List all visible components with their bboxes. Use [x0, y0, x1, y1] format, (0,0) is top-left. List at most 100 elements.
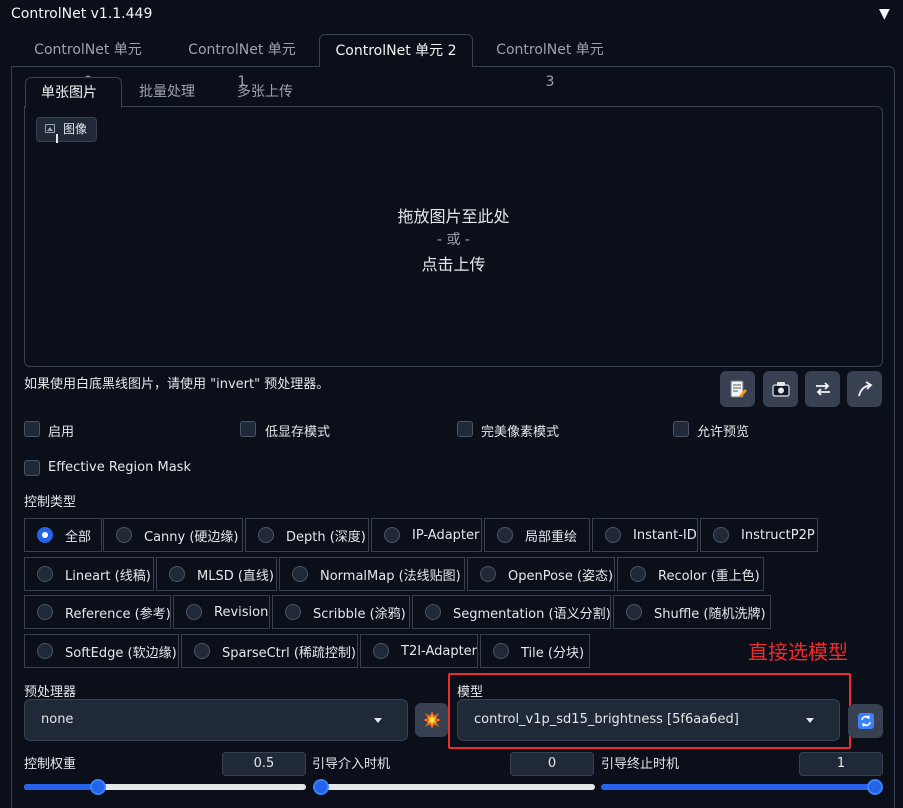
weight-slider-thumb[interactable]: [90, 779, 106, 795]
control-type-option-label: Reference (参考): [65, 606, 171, 622]
start-slider-thumb[interactable]: [313, 779, 329, 795]
radio-dot: [37, 643, 53, 659]
control-type-option-label: T2I-Adapter: [401, 643, 478, 659]
control-type-option[interactable]: SparseCtrl (稀疏控制): [181, 634, 358, 668]
low-vram-label: 低显存模式: [265, 425, 331, 440]
drop-prompt: 拖放图片至此处: [397, 207, 510, 226]
control-type-option-label: Lineart (线稿): [65, 568, 151, 584]
control-type-option-label: IP-Adapter: [412, 527, 480, 543]
chevron-down-icon: [374, 718, 382, 723]
control-type-option-label: Revision: [214, 604, 269, 620]
preprocessor-select[interactable]: none: [24, 699, 408, 741]
click-upload[interactable]: 点击上传: [24, 251, 883, 275]
radio-dot: [493, 643, 509, 659]
control-type-option[interactable]: 全部: [24, 518, 102, 552]
allow-preview-label: 允许预览: [697, 425, 750, 440]
radio-dot: [497, 527, 513, 543]
start-input[interactable]: 0: [510, 752, 594, 776]
allow-preview-checkbox[interactable]: [673, 421, 689, 437]
text-cursor-icon: [56, 134, 58, 143]
camera-button[interactable]: [763, 371, 798, 407]
radio-dot: [713, 527, 729, 543]
refresh-models-button[interactable]: [848, 704, 883, 738]
enable-checkbox[interactable]: [24, 421, 40, 437]
control-type-option-label: NormalMap (法线贴图): [320, 568, 461, 584]
collapse-triangle-icon[interactable]: ▼: [879, 6, 890, 22]
end-input[interactable]: 1: [799, 752, 883, 776]
invert-hint: 如果使用白底黑线图片，请使用 "invert" 预处理器。: [24, 377, 330, 392]
tab-batch[interactable]: 批量处理: [124, 77, 220, 107]
control-type-option[interactable]: IP-Adapter: [371, 518, 482, 552]
send-arrow-icon: [857, 381, 872, 397]
control-type-option-label: SoftEdge (软边缘): [65, 645, 177, 661]
control-type-option[interactable]: Scribble (涂鸦): [272, 595, 410, 629]
radio-dot: [37, 527, 53, 543]
control-type-option[interactable]: MLSD (直线): [156, 557, 277, 591]
low-vram-checkbox[interactable]: [240, 421, 256, 437]
control-type-option-label: Shuffle (随机洗牌): [654, 606, 766, 622]
control-type-option[interactable]: OpenPose (姿态): [467, 557, 615, 591]
drop-or: - 或 -: [436, 232, 470, 248]
control-type-option-label: Segmentation (语义分割): [453, 606, 611, 622]
edit-note-icon: [730, 380, 747, 398]
control-type-option[interactable]: Tile (分块): [480, 634, 590, 668]
control-type-option[interactable]: SoftEdge (软边缘): [24, 634, 179, 668]
radio-dot: [425, 604, 441, 620]
tab-unit-0[interactable]: ControlNet 单元 0: [18, 34, 158, 90]
weight-input[interactable]: 0.5: [222, 752, 306, 776]
end-label: 引导终止时机: [601, 757, 680, 772]
control-type-option[interactable]: Revision: [173, 595, 270, 629]
control-type-option[interactable]: Canny (硬边缘): [103, 518, 243, 552]
radio-dot: [258, 527, 274, 543]
controlnet-title[interactable]: ControlNet v1.1.449: [11, 6, 152, 22]
control-type-option-label: Depth (深度): [286, 529, 366, 545]
control-type-option[interactable]: T2I-Adapter: [360, 634, 478, 668]
control-type-option-label: MLSD (直线): [197, 568, 274, 584]
control-type-option[interactable]: Depth (深度): [245, 518, 369, 552]
radio-dot: [186, 604, 202, 620]
radio-dot: [292, 566, 308, 582]
weight-slider-fill: [24, 784, 97, 790]
tab-multi-upload[interactable]: 多张上传: [222, 77, 318, 107]
control-type-option-label: Tile (分块): [521, 645, 585, 661]
start-slider-track[interactable]: [313, 784, 595, 790]
control-type-option[interactable]: Recolor (重上色): [617, 557, 764, 591]
send-button[interactable]: [847, 371, 882, 407]
control-type-option[interactable]: Reference (参考): [24, 595, 171, 629]
control-type-option[interactable]: 局部重绘: [484, 518, 590, 552]
effective-region-mask-checkbox[interactable]: [24, 460, 40, 476]
preprocessor-label: 预处理器: [24, 685, 77, 700]
radio-dot: [626, 604, 642, 620]
control-type-option[interactable]: Lineart (线稿): [24, 557, 154, 591]
tab-unit-2[interactable]: ControlNet 单元 2: [319, 34, 473, 67]
end-slider-track[interactable]: [601, 784, 883, 790]
control-type-option[interactable]: Instant-ID: [592, 518, 698, 552]
control-type-option[interactable]: Segmentation (语义分割): [412, 595, 611, 629]
edit-note-button[interactable]: [720, 371, 755, 407]
tab-unit-3[interactable]: ControlNet 单元 3: [480, 34, 620, 90]
control-type-option[interactable]: Shuffle (随机洗牌): [613, 595, 771, 629]
enable-label: 启用: [48, 425, 75, 440]
swap-icon: [815, 382, 830, 396]
run-preprocessor-button[interactable]: [415, 703, 448, 737]
start-label: 引导介入时机: [312, 757, 391, 772]
control-type-option-label: 局部重绘: [525, 529, 578, 545]
pixel-perfect-checkbox[interactable]: [457, 421, 473, 437]
end-slider-thumb[interactable]: [867, 779, 883, 795]
weight-label: 控制权重: [24, 757, 77, 772]
annotation-text: 直接选模型: [748, 640, 848, 664]
model-select[interactable]: control_v1p_sd15_brightness [5f6aa6ed]: [457, 699, 840, 741]
explosion-icon: [422, 711, 441, 729]
radio-dot: [169, 566, 185, 582]
tab-single-image[interactable]: 单张图片: [25, 77, 122, 108]
tab-unit-1[interactable]: ControlNet 单元 1: [172, 34, 312, 90]
radio-dot: [384, 527, 400, 543]
control-type-option-label: SparseCtrl (稀疏控制): [222, 645, 356, 661]
control-type-option-label: Instant-ID: [633, 527, 697, 543]
control-type-option[interactable]: NormalMap (法线贴图): [279, 557, 465, 591]
control-type-option[interactable]: InstructP2P: [700, 518, 818, 552]
swap-button[interactable]: [805, 371, 840, 407]
camera-icon: [771, 382, 790, 397]
control-type-option-label: Scribble (涂鸦): [313, 606, 406, 622]
control-type-option-label: InstructP2P: [741, 527, 815, 543]
